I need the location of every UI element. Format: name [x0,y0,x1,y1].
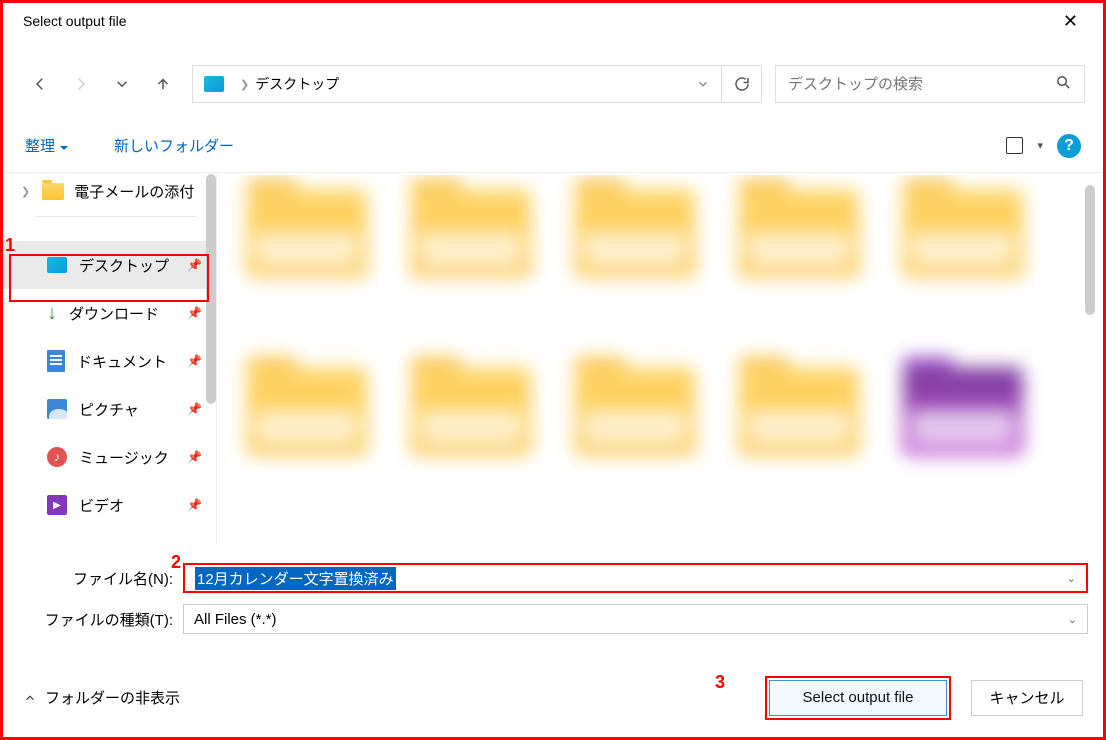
sidebar-item-pictures[interactable]: ピクチャ 📌 [3,385,216,433]
chevron-right-icon[interactable]: ❯ [21,185,30,198]
new-folder-button[interactable]: 新しいフォルダー [114,135,234,156]
sidebar-scrollbar[interactable] [206,174,216,404]
folder-icon [42,183,64,200]
annotation-1: 1 [5,235,15,256]
up-button[interactable] [144,66,182,102]
pin-icon[interactable]: 📌 [187,306,202,320]
tree-item-label: 電子メールの添付 [74,181,194,202]
annotation-2: 2 [171,552,181,573]
recent-dropdown-icon[interactable] [103,66,141,102]
hide-folders-toggle[interactable]: フォルダーの非表示 [23,687,180,708]
close-icon[interactable]: ✕ [1053,6,1088,37]
help-icon[interactable]: ? [1057,134,1081,158]
pin-icon[interactable]: 📌 [187,498,202,512]
breadcrumb-segment[interactable]: デスクトップ [255,74,339,94]
sidebar-item-music[interactable]: ♪ ミュージック 📌 [3,433,216,481]
sidebar-item-label: デスクトップ [79,255,169,276]
pictures-icon [47,399,67,419]
dropdown-icon[interactable]: ⌄ [1067,572,1076,585]
filename-input[interactable]: 12月カレンダー文字置換済み ⌄ [183,563,1088,593]
back-button[interactable] [21,66,59,102]
document-icon [47,350,65,372]
cancel-button[interactable]: キャンセル [971,680,1083,716]
sidebar-item-label: ドキュメント [77,351,167,372]
sidebar-item-label: ダウンロード [69,303,159,324]
filename-value[interactable]: 12月カレンダー文字置換済み [195,567,396,590]
sidebar-item-downloads[interactable]: ↓ ダウンロード 📌 [3,289,216,337]
pin-icon[interactable]: 📌 [187,450,202,464]
address-dropdown-icon[interactable] [685,66,721,102]
filename-label: ファイル名(N): [3,568,183,589]
sidebar-item-label: ミュージック [79,447,169,468]
search-icon[interactable] [1055,74,1072,94]
filetype-select[interactable]: All Files (*.*) ⌄ [183,604,1088,634]
music-icon: ♪ [47,447,67,467]
pin-icon[interactable]: 📌 [187,402,202,416]
sidebar-item-label: ピクチャ [79,399,139,420]
hide-folders-label: フォルダーの非表示 [45,687,180,708]
chevron-right-icon[interactable]: ❯ [240,78,249,91]
folder-view[interactable] [216,175,1099,544]
search-field[interactable] [788,76,1055,93]
sidebar-item-documents[interactable]: ドキュメント 📌 [3,337,216,385]
filetype-label: ファイルの種類(T): [3,609,183,630]
sidebar-item-label: ビデオ [79,495,124,516]
forward-button[interactable] [62,66,100,102]
tree-item-attachments[interactable]: ❯ 電子メールの添付 [3,174,216,208]
search-input[interactable] [775,65,1085,103]
main-scrollbar[interactable] [1085,185,1095,315]
dropdown-icon[interactable]: ⌄ [1068,613,1077,626]
select-output-file-button[interactable]: Select output file [769,680,947,716]
filetype-value: All Files (*.*) [194,611,277,628]
download-icon: ↓ [47,302,57,325]
organize-dropdown[interactable]: 整理 [25,135,68,156]
view-mode-icon[interactable] [1006,137,1023,154]
refresh-button[interactable] [721,66,761,102]
pin-icon[interactable]: 📌 [187,258,202,272]
address-bar[interactable]: ❯ デスクトップ [192,65,762,103]
desktop-icon [204,76,224,92]
sidebar-item-videos[interactable]: ▶ ビデオ 📌 [3,481,216,529]
sidebar: ❯ 電子メールの添付 1 デスクトップ 📌 ↓ ダウンロード 📌 ドキュメント … [3,174,216,544]
video-icon: ▶ [47,495,67,515]
view-dropdown-icon[interactable]: ▾ [1037,139,1043,152]
chevron-up-icon [23,691,37,705]
annotation-3: 3 [715,672,725,693]
desktop-icon [47,257,67,273]
sidebar-item-desktop[interactable]: デスクトップ 📌 [3,241,216,289]
pin-icon[interactable]: 📌 [187,354,202,368]
window-title: Select output file [23,13,127,29]
